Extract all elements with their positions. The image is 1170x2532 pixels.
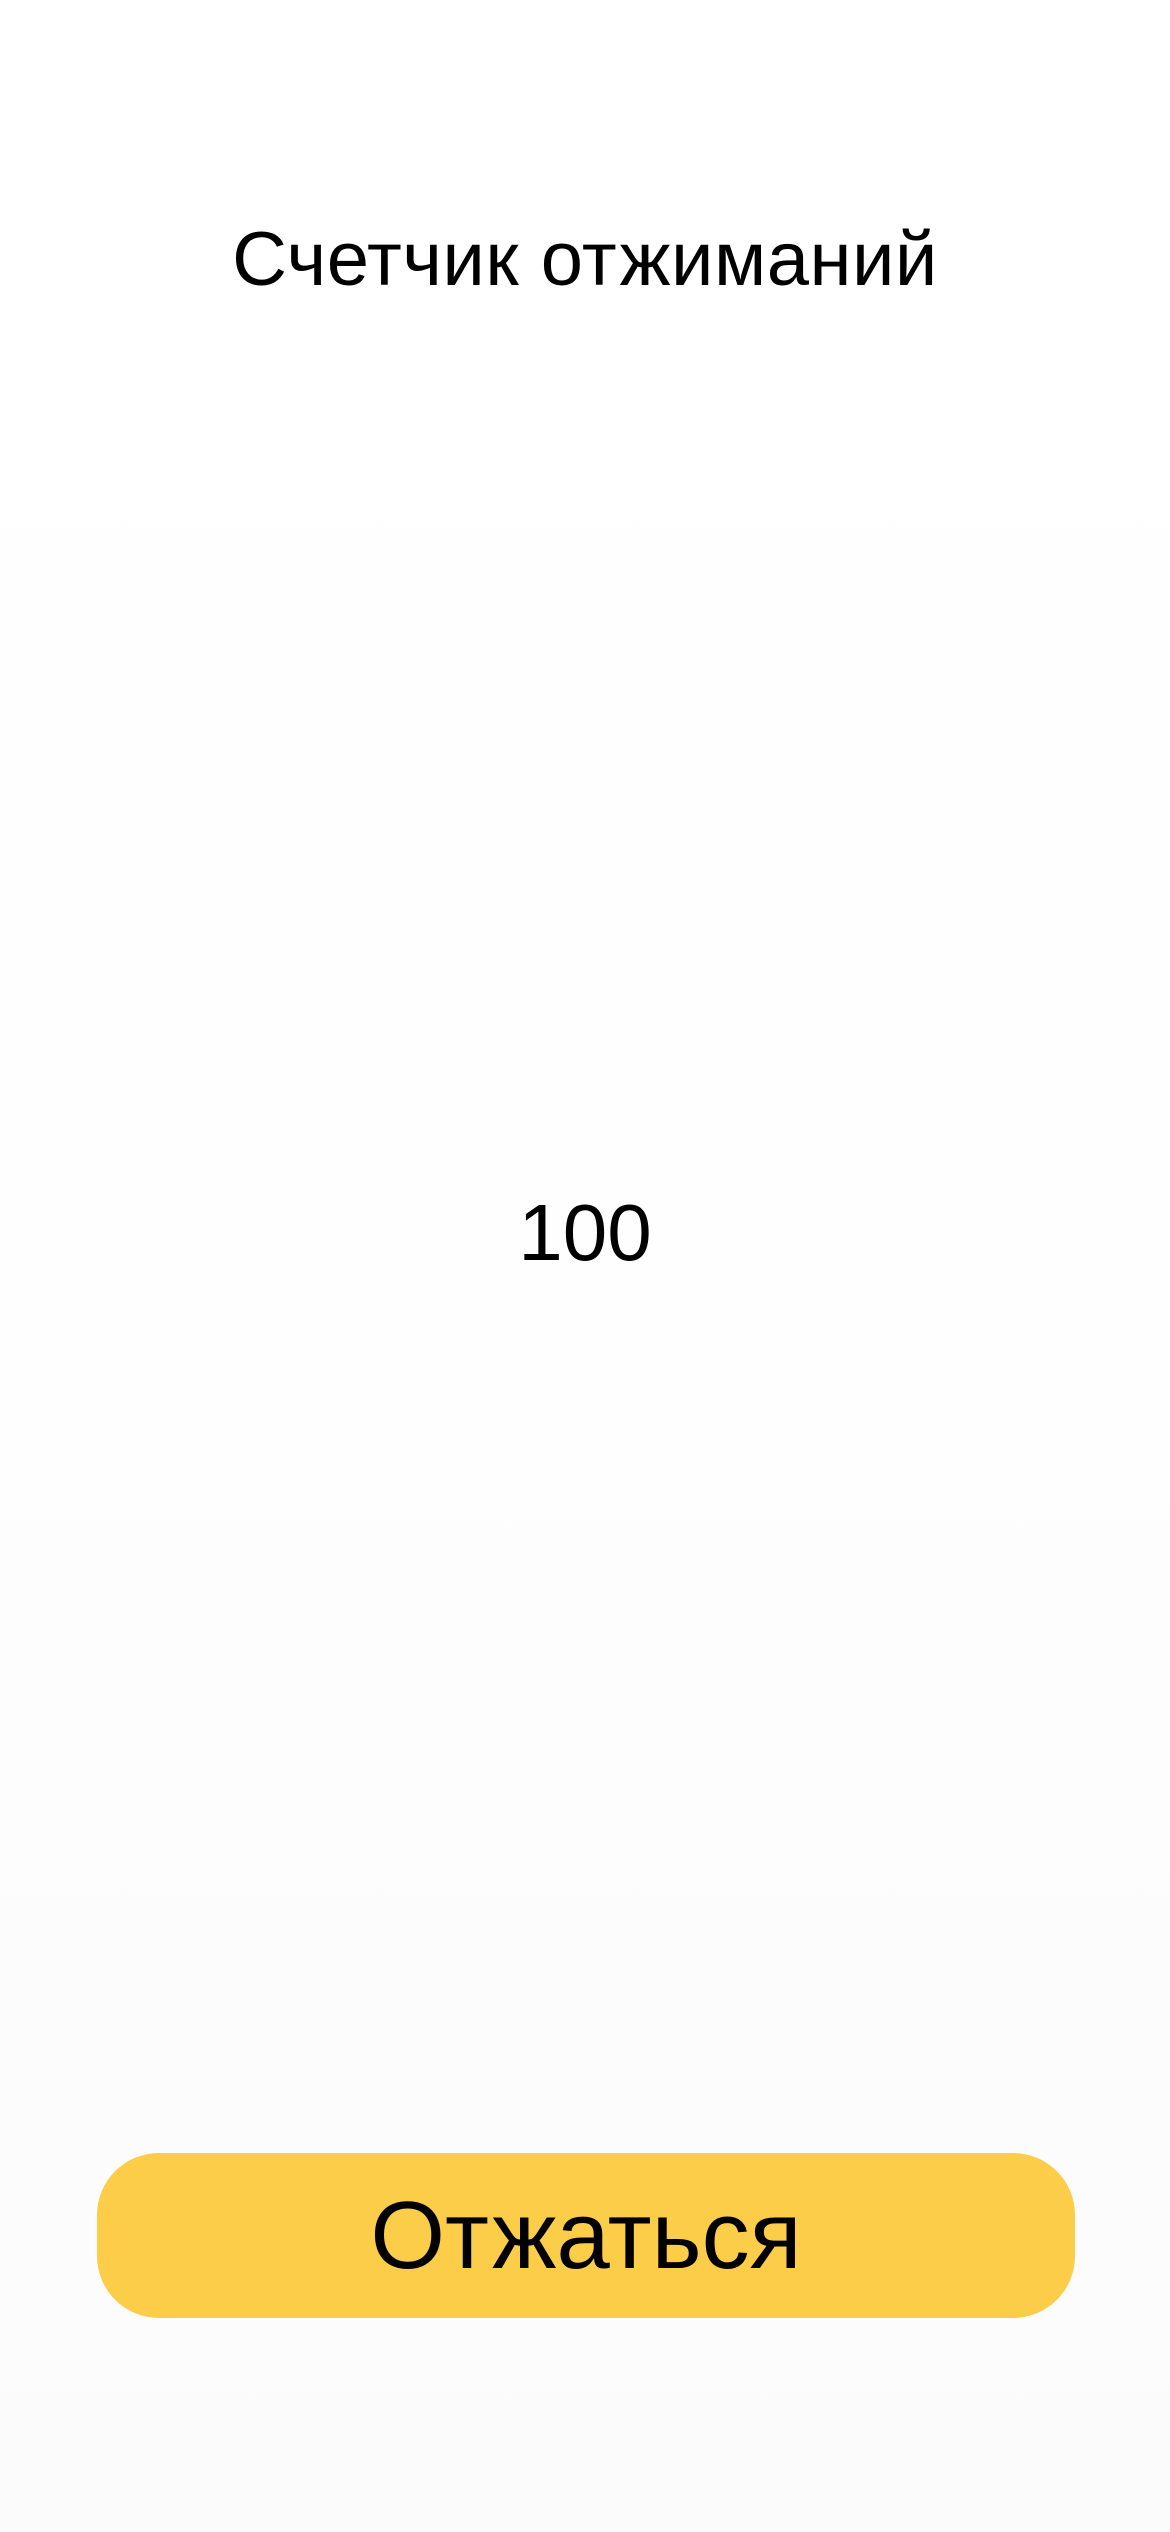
page-title: Счетчик отжиманий (232, 217, 938, 302)
pushup-count: 100 (518, 1188, 652, 1277)
pushup-counter-screen: Счетчик отжиманий 100 Отжаться (0, 0, 1170, 2532)
pushup-button[interactable]: Отжаться (97, 2153, 1075, 2318)
